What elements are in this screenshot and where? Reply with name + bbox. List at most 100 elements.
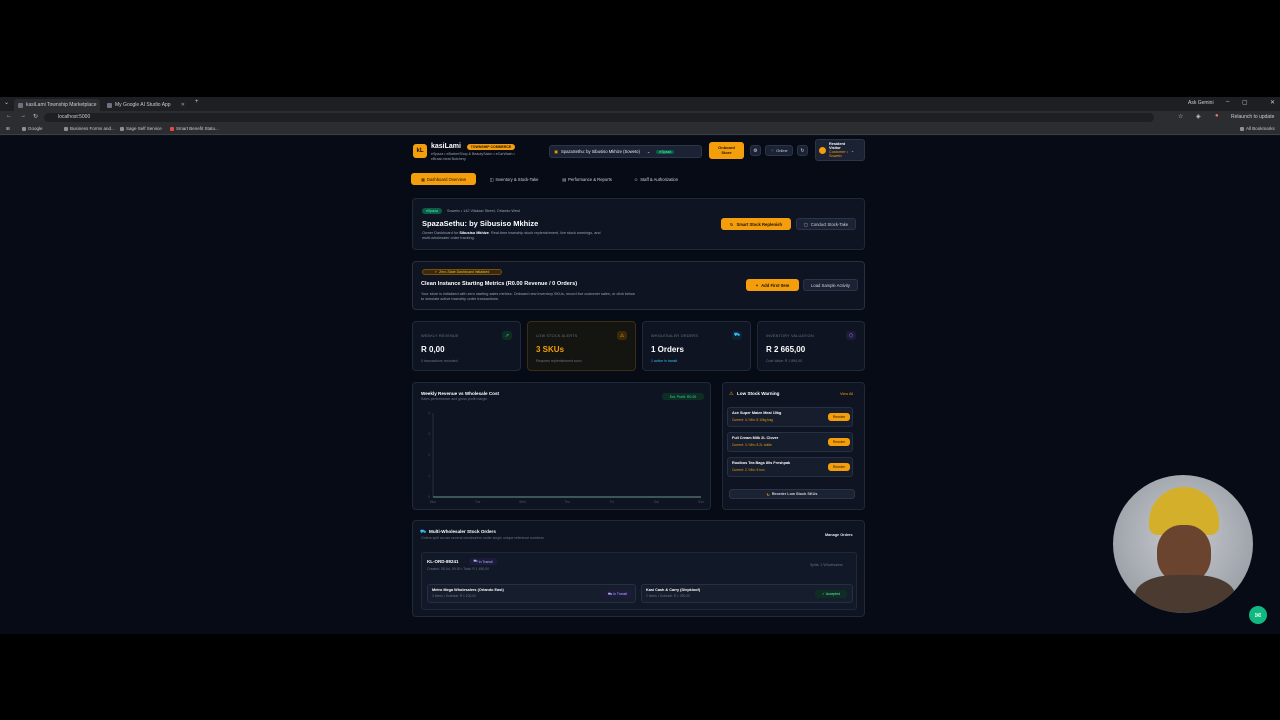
bookmark-icon bbox=[64, 126, 68, 131]
bookmark-icon bbox=[170, 126, 174, 131]
reorder-button[interactable]: Reorder bbox=[828, 413, 850, 421]
order-id: KL-ORD-89241 bbox=[427, 559, 459, 564]
stat-sub: 1 active in transit bbox=[651, 359, 678, 363]
stat-label: WHOLESALER ORDERS bbox=[651, 334, 699, 338]
ask-gemini-button[interactable]: Ask Gemini bbox=[1188, 100, 1214, 106]
stat-value: 3 SKUs bbox=[536, 345, 565, 354]
tab-search-icon[interactable]: ⌄ bbox=[4, 99, 9, 106]
minimize-icon[interactable]: – bbox=[1226, 99, 1229, 105]
stat-sub: Requires replenishment soon bbox=[536, 359, 582, 363]
browser-window: ⌄ kasiLami Township Marketplace ✕ My Goo… bbox=[0, 97, 1280, 634]
load-sample-activity-button[interactable]: Load Sample Activity bbox=[803, 279, 858, 291]
order-split-row: Kasi Cash & Carry (Diepkloof) 2 Items • … bbox=[641, 584, 853, 603]
bookmark-star-icon[interactable]: ☆ bbox=[1178, 113, 1183, 120]
chart-title: Weekly Revenue vs Wholesale Cost bbox=[421, 391, 500, 396]
store-type-tag: eSpaza bbox=[656, 149, 675, 154]
tab-performance[interactable]: ▤ Performance & Reports bbox=[553, 173, 621, 185]
conduct-stock-take-button[interactable]: ▢ Conduct Stock-Take bbox=[796, 218, 856, 230]
reorder-low-stock-button[interactable]: ↻ Reorder Low Stock SKUs bbox=[729, 489, 855, 499]
store-info-card: eSpaza Soweto • 142 Vilakazi Street, Orl… bbox=[412, 198, 865, 250]
profile-avatar-icon[interactable]: ● bbox=[1215, 113, 1219, 119]
brand-subtitle-line2: eBraai-meat Butchery bbox=[431, 157, 466, 161]
stat-card-low-stock: LOW STOCK ALERTS ⚠ 3 SKUs Requires reple… bbox=[527, 321, 636, 371]
back-icon[interactable]: ← bbox=[6, 113, 12, 119]
check-circle-icon: ✓ bbox=[822, 592, 825, 596]
bookmarks-bar: ⊞ Google Business Forms and... Sage Self… bbox=[0, 124, 1280, 135]
apps-grid-icon[interactable]: ⊞ bbox=[6, 126, 10, 132]
stat-sub: Cost Value: R 1 890,00 bbox=[766, 359, 802, 363]
add-first-item-button[interactable]: + Add First Item bbox=[746, 279, 799, 291]
reload-icon[interactable]: ↻ bbox=[33, 113, 38, 120]
warning-icon: ⚠ bbox=[617, 331, 627, 340]
reorder-button[interactable]: Reorder bbox=[828, 463, 850, 471]
tab-bar: ⌄ kasiLami Township Marketplace ✕ My Goo… bbox=[0, 97, 1280, 111]
x-tick-label: Wed bbox=[519, 500, 526, 504]
stat-value: R 0,00 bbox=[421, 345, 445, 354]
tab-dashboard-overview[interactable]: ▦ Dashboard Overview bbox=[411, 173, 476, 185]
bookmark-sage[interactable]: Sage Self Service bbox=[120, 126, 162, 131]
address-bar-row: ← → ↻ localhost:5000 ☆ ◈ ● Relaunch to u… bbox=[0, 111, 1280, 124]
bookmark-google[interactable]: Google bbox=[22, 126, 43, 131]
store-type-tag: eSpaza bbox=[422, 208, 442, 214]
url-input[interactable]: localhost:5000 bbox=[44, 113, 1154, 122]
manage-orders-button[interactable]: Manage Orders bbox=[825, 533, 853, 537]
users-icon: ☺ bbox=[633, 176, 639, 182]
relaunch-button[interactable]: Relaunch to update bbox=[1231, 114, 1274, 120]
chat-bubble-icon[interactable]: ✉ bbox=[1249, 606, 1267, 624]
zero-state-badge: ⚡ Zero-State Dashboard Initialized bbox=[422, 269, 502, 275]
close-icon[interactable]: ✕ bbox=[100, 102, 101, 108]
new-tab-icon[interactable]: + bbox=[195, 99, 199, 105]
box-icon: ◫ bbox=[489, 176, 494, 182]
window-close-icon[interactable]: ✕ bbox=[1270, 99, 1275, 106]
truck-icon: ⛟ bbox=[732, 331, 742, 340]
bookmark-business-forms[interactable]: Business Forms and... bbox=[64, 126, 115, 131]
webcam-overlay bbox=[1113, 475, 1253, 613]
person-body bbox=[1135, 575, 1235, 613]
all-bookmarks-button[interactable]: All Bookmarks bbox=[1240, 126, 1275, 131]
item-detail: Current: 2 / Min: 5 box bbox=[732, 468, 765, 472]
x-tick-label: Thu bbox=[564, 500, 570, 504]
stat-card-wholesaler-orders: WHOLESALER ORDERS ⛟ 1 Orders 1 active in… bbox=[642, 321, 751, 371]
order-status-badge: ⛟ In Transit bbox=[469, 558, 497, 565]
stat-value: 1 Orders bbox=[651, 345, 684, 354]
forward-icon[interactable]: → bbox=[20, 113, 26, 119]
y-tick-label: 1 bbox=[428, 474, 430, 478]
view-all-link[interactable]: View All bbox=[840, 392, 853, 396]
list-item: Ace Super Maize Meal 10kg Current: 4 / M… bbox=[727, 407, 853, 427]
zero-state-card: ⚡ Zero-State Dashboard Initialized Clean … bbox=[412, 261, 865, 310]
revenue-chart: 4 3 2 1 0Mon Tue Wed Thu Fri Sat Sun bbox=[428, 411, 704, 504]
user-menu[interactable]: Resident Visitor Customer • Soweto ⌄ bbox=[815, 139, 865, 161]
box-icon: ⬡ bbox=[846, 331, 856, 340]
plus-icon: + bbox=[755, 282, 759, 288]
refresh-icon[interactable]: ↻ bbox=[797, 145, 808, 156]
order-item[interactable]: KL-ORD-89241 ⛟ In Transit Created: 08 Jul… bbox=[421, 552, 857, 610]
maximize-icon[interactable]: ▢ bbox=[1242, 99, 1248, 106]
url-text: localhost:5000 bbox=[58, 114, 91, 120]
browser-tab-ai-studio[interactable]: My Google AI Studio App ✕ bbox=[103, 99, 189, 111]
extensions-icon[interactable]: ◈ bbox=[1196, 113, 1201, 120]
tab-inventory[interactable]: ◫ Inventory & Stock-Take bbox=[481, 173, 547, 185]
refresh-icon: ↻ bbox=[766, 492, 770, 497]
onboard-store-button[interactable]: Onboard Store bbox=[709, 142, 744, 159]
zero-state-desc-line2: to simulate active township order transa… bbox=[421, 297, 499, 301]
trend-up-icon: ↗ bbox=[502, 331, 512, 340]
list-item: Rooibos Tea Bags 80s Freshpak Current: 2… bbox=[727, 457, 853, 477]
smart-stock-replenish-button[interactable]: ↻ Smart Stock Replenish bbox=[721, 218, 791, 230]
bookmark-smart-benefit[interactable]: Smart Benefit Statu... bbox=[170, 126, 219, 131]
list-item: Full Cream Milk 2L Clover Current: 3 / M… bbox=[727, 432, 853, 452]
browser-tab-kasilami[interactable]: kasiLami Township Marketplace ✕ bbox=[14, 99, 100, 111]
brand-subtitle-line1: eSpaza • eBarberShop & BeautySalon • eCa… bbox=[431, 152, 515, 156]
wifi-icon: ⌔ bbox=[770, 147, 775, 153]
x-tick-label: Sun bbox=[698, 500, 704, 504]
online-status-button[interactable]: ⌔ Online bbox=[765, 145, 793, 156]
stat-label: INVENTORY VALUATION bbox=[766, 334, 814, 338]
store-title: SpazaSethu: by Sibusiso Mkhize bbox=[422, 219, 539, 228]
settings-gear-icon[interactable]: ⚙ bbox=[750, 145, 761, 156]
order-split-row: Metro Mega Wholesalers (Orlando East) 3 … bbox=[427, 584, 636, 603]
reorder-button[interactable]: Reorder bbox=[828, 438, 850, 446]
grid-icon: ▦ bbox=[420, 176, 425, 182]
store-select[interactable]: ▣ SpazaSethu: by Sibusiso Mkhize (Soweto… bbox=[549, 145, 702, 158]
tab-staff[interactable]: ☺ Staff & Authorization bbox=[626, 173, 686, 185]
close-icon[interactable]: ✕ bbox=[181, 102, 185, 108]
x-tick-label: Mon bbox=[430, 500, 436, 504]
